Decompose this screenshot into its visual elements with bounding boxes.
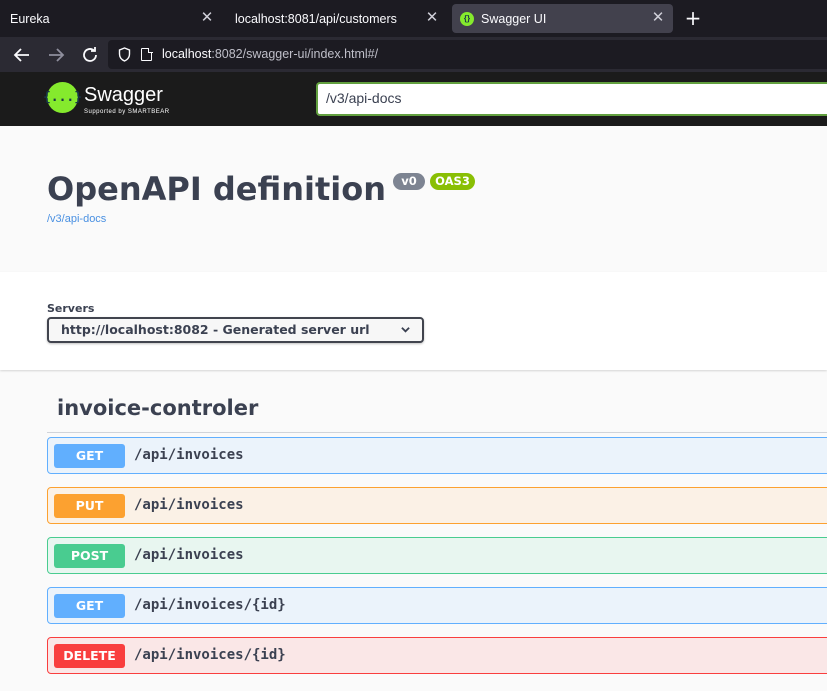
swagger-logo-icon: {...} xyxy=(43,82,82,113)
browser-tab-swagger[interactable]: {} Swagger UI ✕ xyxy=(452,4,673,33)
operation-get-invoice-by-id[interactable]: GET /api/invoices/{id} xyxy=(47,587,827,624)
address-bar[interactable]: localhost:8082/swagger-ui/index.html#/ xyxy=(108,40,827,69)
chevron-down-icon xyxy=(401,327,410,333)
url-text: localhost:8082/swagger-ui/index.html#/ xyxy=(162,47,379,61)
swagger-topbar: {...} Swagger Supported by SMARTBEAR /v3… xyxy=(0,72,827,126)
page-title: OpenAPI definition xyxy=(47,170,386,208)
operation-path: /api/invoices xyxy=(134,447,244,463)
operation-post-invoices[interactable]: POST /api/invoices xyxy=(47,537,827,574)
servers-label: Servers xyxy=(47,302,95,315)
browser-tab-bar: Eureka ✕ localhost:8081/api/customers ✕ … xyxy=(0,0,827,37)
operation-path: /api/invoices/{id} xyxy=(134,597,286,613)
servers-selected-value: http://localhost:8082 - Generated server… xyxy=(61,322,370,337)
tag-title[interactable]: invoice-controler xyxy=(57,396,258,420)
version-badge: v0 xyxy=(393,173,425,190)
api-docs-link[interactable]: /v3/api-docs xyxy=(47,213,106,225)
info-section: OpenAPI definition v0 OAS3 /v3/api-docs xyxy=(0,126,827,272)
swagger-logo[interactable]: {...} Swagger Supported by SMARTBEAR xyxy=(43,82,187,118)
method-badge: GET xyxy=(54,594,125,618)
tab-title: Eureka xyxy=(10,11,50,26)
browser-tab-eureka[interactable]: Eureka ✕ xyxy=(0,0,222,37)
close-icon[interactable]: ✕ xyxy=(651,10,665,25)
reload-icon[interactable] xyxy=(78,43,102,67)
browser-nav-bar: localhost:8082/swagger-ui/index.html#/ xyxy=(0,37,827,72)
arrow-left-icon[interactable] xyxy=(10,43,34,67)
servers-section: Servers http://localhost:8082 - Generate… xyxy=(0,272,827,370)
close-icon[interactable]: ✕ xyxy=(425,10,439,25)
operation-put-invoices[interactable]: PUT /api/invoices xyxy=(47,487,827,524)
oas-badge: OAS3 xyxy=(430,173,475,190)
swagger-logo-text: Swagger xyxy=(84,84,163,106)
method-badge: DELETE xyxy=(54,644,125,668)
operation-get-invoices[interactable]: GET /api/invoices xyxy=(47,437,827,474)
spec-url-input[interactable]: /v3/api-docs xyxy=(316,82,827,116)
browser-tab-customers[interactable]: localhost:8081/api/customers ✕ xyxy=(225,0,447,37)
tag-divider xyxy=(47,432,827,433)
close-icon[interactable]: ✕ xyxy=(200,10,214,25)
operation-path: /api/invoices/{id} xyxy=(134,647,286,663)
operation-path: /api/invoices xyxy=(134,497,244,513)
tab-title: localhost:8081/api/customers xyxy=(235,11,397,26)
servers-select[interactable]: http://localhost:8082 - Generated server… xyxy=(47,317,424,343)
swagger-favicon: {} xyxy=(460,11,474,26)
method-badge: POST xyxy=(54,544,125,568)
operation-path: /api/invoices xyxy=(134,547,244,563)
method-badge: GET xyxy=(54,444,125,468)
shield-icon[interactable] xyxy=(118,47,131,62)
plus-icon[interactable]: + xyxy=(682,8,704,30)
tab-title: Swagger UI xyxy=(481,11,547,26)
method-badge: PUT xyxy=(54,494,125,518)
arrow-right-icon[interactable] xyxy=(44,43,68,67)
operation-delete-invoice-by-id[interactable]: DELETE /api/invoices/{id} xyxy=(47,637,827,674)
page-icon xyxy=(141,47,153,61)
swagger-logo-subtext: Supported by SMARTBEAR xyxy=(84,109,170,115)
